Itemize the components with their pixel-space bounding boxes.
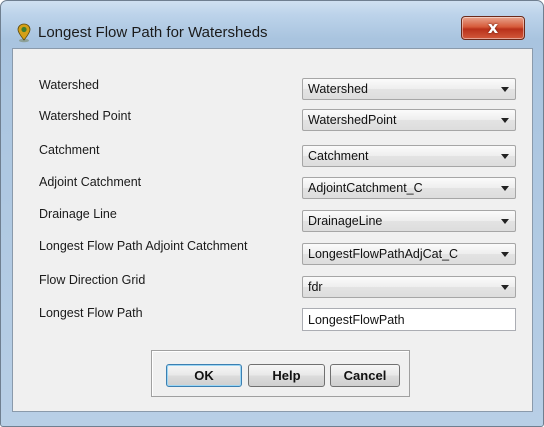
close-icon: x [487,18,499,37]
drainage-line-select[interactable]: DrainageLine [302,210,516,232]
ok-button[interactable]: OK [166,364,242,387]
watershed-point-select[interactable]: WatershedPoint [302,109,516,131]
adjoint-catchment-label: Adjoint Catchment [39,175,142,189]
close-button[interactable]: x [461,16,525,40]
cancel-button[interactable]: Cancel [330,364,400,387]
chevron-down-icon [501,87,509,92]
chevron-down-icon [501,252,509,257]
longest-flow-path-input-value: LongestFlowPath [308,313,405,327]
dialog-body: Watershed Watershed Watershed Point Wate… [12,48,533,412]
adjoint-catchment-select[interactable]: AdjointCatchment_C [302,177,516,199]
watershed-point-label: Watershed Point [39,109,131,123]
button-panel: OK Help Cancel [151,350,410,397]
flow-direction-grid-label: Flow Direction Grid [39,273,146,287]
map-pin-icon [16,23,32,43]
longest-flow-path-adjoint-catchment-select-value: LongestFlowPathAdjCat_C [308,247,459,261]
window-title: Longest Flow Path for Watersheds [38,24,268,41]
longest-flow-path-adjoint-catchment-label: Longest Flow Path Adjoint Catchment [39,239,248,253]
chevron-down-icon [501,118,509,123]
longest-flow-path-input[interactable]: LongestFlowPath [302,308,516,331]
flow-direction-grid-select[interactable]: fdr [302,276,516,298]
flow-direction-grid-select-value: fdr [308,280,323,294]
catchment-select[interactable]: Catchment [302,145,516,167]
title-bar[interactable]: Longest Flow Path for Watersheds x [1,1,543,47]
drainage-line-label: Drainage Line [39,207,117,221]
catchment-select-value: Catchment [308,149,369,163]
watershed-select-value: Watershed [308,82,368,96]
chevron-down-icon [501,186,509,191]
watershed-point-select-value: WatershedPoint [308,113,397,127]
dialog-window: Longest Flow Path for Watersheds x Water… [0,0,544,427]
chevron-down-icon [501,219,509,224]
adjoint-catchment-select-value: AdjointCatchment_C [308,181,423,195]
help-button[interactable]: Help [248,364,325,387]
drainage-line-select-value: DrainageLine [308,214,383,228]
longest-flow-path-label: Longest Flow Path [39,306,143,320]
chevron-down-icon [501,154,509,159]
longest-flow-path-adjoint-catchment-select[interactable]: LongestFlowPathAdjCat_C [302,243,516,265]
watershed-label: Watershed [39,78,99,92]
catchment-label: Catchment [39,143,100,157]
chevron-down-icon [501,285,509,290]
watershed-select[interactable]: Watershed [302,78,516,100]
